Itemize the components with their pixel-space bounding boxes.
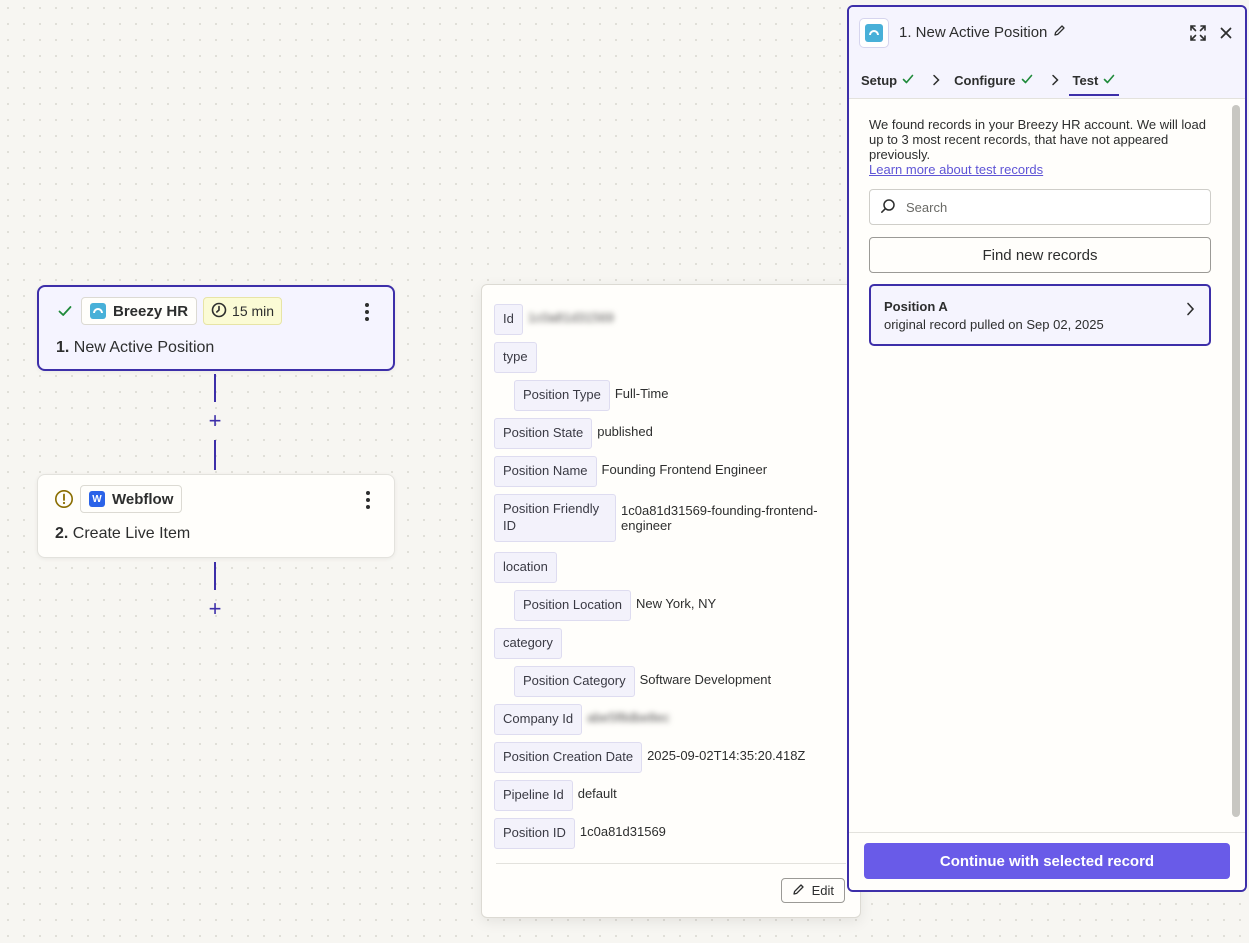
field-row: Position Creation Date 2025-09-02T14:35:… [494,742,805,773]
field-value: Full-Time [614,386,669,401]
search-input[interactable]: Search [869,189,1211,225]
field-value: default [577,786,617,801]
pencil-icon[interactable] [1053,24,1066,41]
pencil-icon [792,883,805,899]
field-row: Position Name Founding Frontend Engineer [494,456,767,487]
scrollbar[interactable] [1232,99,1240,834]
field-row: Position Friendly ID 1c0a81d31569-foundi… [494,494,831,542]
field-row: category [494,628,562,659]
clock-icon [211,302,227,321]
field-key: Id [494,304,523,335]
field-key: Position Creation Date [494,742,643,773]
edit-button[interactable]: Edit [780,878,845,903]
divider [496,863,846,864]
breezy-logo-icon [859,18,889,48]
field-row: location [494,552,557,583]
field-row: Pipeline Id default [494,780,617,811]
field-row: Position Type Full-Time [514,380,669,411]
field-value: 1c0a81d31569 [527,310,614,325]
field-row: Id 1c0a81d31569 [494,304,614,335]
connector-line [214,374,216,402]
record-title: Position A [884,299,948,314]
panel-header: 1. New Active Position Setup Configure T… [849,7,1245,99]
check-icon [1021,73,1033,88]
schedule-chip: 15 min [203,297,283,325]
field-row: type [494,342,537,373]
step-title: 1. New Active Position [56,339,215,356]
field-key: Position Type [514,380,610,411]
panel-footer: Continue with selected record [849,832,1245,890]
connector-line [214,562,216,590]
step-menu-button[interactable] [360,489,376,511]
field-row: Position Category Software Development [514,666,771,697]
step-card-trigger[interactable]: Breezy HR 15 min 1. New Active Position [37,285,395,371]
field-key: Position ID [494,818,575,849]
webflow-logo-icon: W [89,491,105,507]
step-tabs: Setup Configure Test [861,65,1120,96]
search-icon [880,198,896,217]
app-chip-breezy: Breezy HR [81,297,198,325]
chevron-right-icon [1186,302,1195,321]
edit-label: Edit [811,883,834,898]
record-list-item[interactable]: Position A original record pulled on Sep… [869,284,1211,346]
field-value: published [597,424,653,439]
field-key: Position State [494,418,593,449]
expand-icon[interactable] [1189,24,1207,42]
field-key: Position Friendly ID [494,494,616,542]
search-placeholder: Search [906,199,948,215]
field-key: type [494,342,537,373]
step-menu-button[interactable] [359,301,375,323]
step-card-action[interactable]: W Webflow 2. Create Live Item [37,474,395,558]
field-key: Position Category [514,666,635,697]
field-row: Position State published [494,418,653,449]
field-key: location [494,552,557,583]
tab-configure[interactable]: Configure [954,65,1032,95]
found-records-text: We found records in your Breezy HR accou… [869,117,1206,162]
field-value: abe5f8dbe8ec [587,710,670,725]
step-title: 2. Create Live Item [55,525,191,542]
app-chip-webflow: W Webflow [80,485,183,513]
field-row: Position ID 1c0a81d31569 [494,818,666,849]
field-value: 2025-09-02T14:35:20.418Z [647,748,806,763]
field-key: category [494,628,562,659]
record-subtitle: original record pulled on Sep 02, 2025 [884,317,1104,332]
field-value: 1c0a81d31569-founding-frontend-engineer [621,503,818,533]
app-name: Breezy HR [113,302,189,320]
check-icon [1103,73,1115,88]
tab-test[interactable]: Test [1068,65,1120,96]
step-card-header: Breezy HR 15 min [55,297,283,325]
warning-icon [54,489,74,509]
check-icon [55,301,75,321]
tab-setup[interactable]: Setup [861,65,914,95]
find-new-records-button[interactable]: Find new records [869,237,1211,273]
field-value: Software Development [639,672,772,687]
add-step-button[interactable]: + [206,598,224,620]
scrollbar-thumb[interactable] [1232,105,1240,817]
step-card-header: W Webflow [54,485,183,513]
chevron-right-icon [932,74,940,86]
record-detail-popover: Id 1c0a81d31569 type Position Type Full-… [481,284,861,918]
test-message: We found records in your Breezy HR accou… [869,117,1211,177]
breezy-logo-icon [90,303,106,319]
schedule-label: 15 min [232,303,275,319]
field-row: Company Id abe5f8dbe8ec [494,704,670,735]
connector-line [214,440,216,470]
learn-more-link[interactable]: Learn more about test records [869,162,1211,177]
chevron-right-icon [1051,74,1059,86]
check-icon [902,73,914,88]
field-key: Pipeline Id [494,780,573,811]
field-value: New York, NY [636,596,717,611]
field-key: Position Location [514,590,632,621]
step-config-panel: 1. New Active Position Setup Configure T… [847,5,1247,892]
field-row: Position Location New York, NY [514,590,716,621]
field-key: Position Name [494,456,597,487]
continue-button[interactable]: Continue with selected record [864,843,1230,879]
add-step-button[interactable]: + [206,410,224,432]
field-value: Founding Frontend Engineer [601,462,768,477]
field-key: Company Id [494,704,583,735]
field-value: 1c0a81d31569 [579,824,666,839]
close-icon[interactable] [1217,24,1235,42]
panel-title[interactable]: 1. New Active Position [899,24,1066,41]
app-name: Webflow [112,490,174,508]
